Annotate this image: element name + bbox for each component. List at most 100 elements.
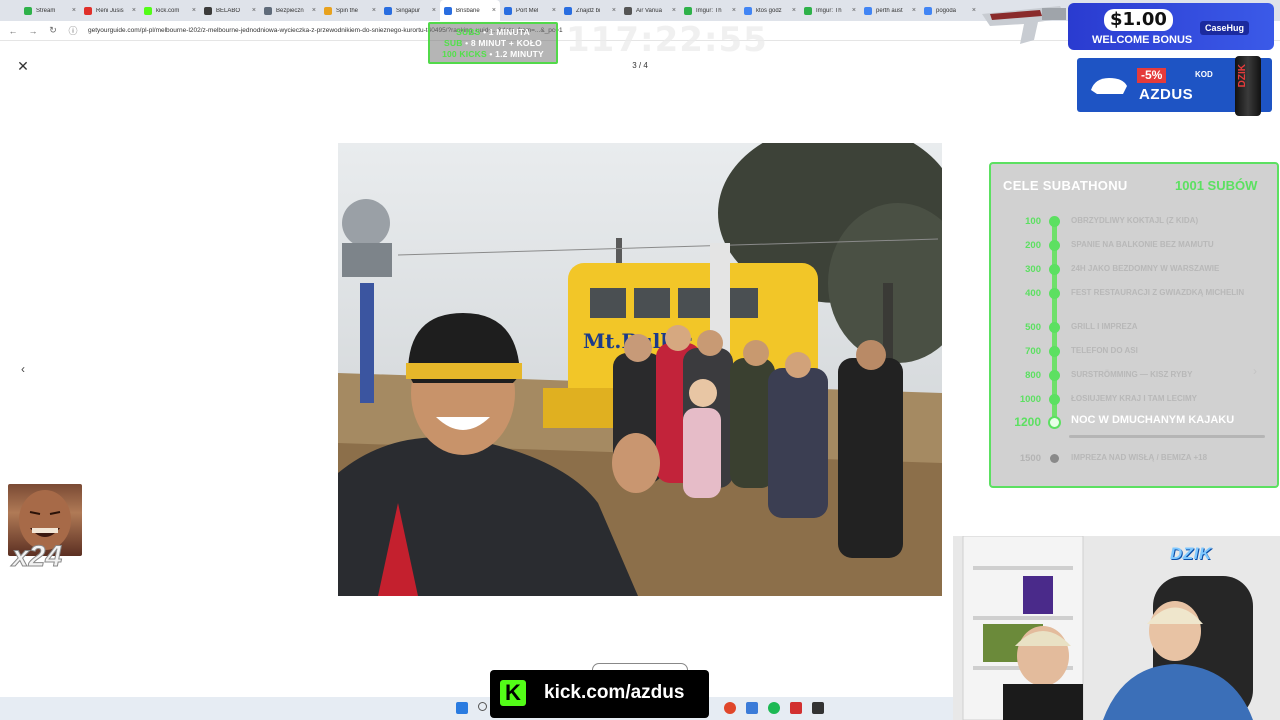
goal-label: IMPREZA NAD WISŁĄ / BEMIZA +18	[1071, 453, 1208, 462]
browser-tab[interactable]: Reni Jusis ×	[80, 0, 140, 21]
goal-dot-icon	[1049, 288, 1060, 299]
reload-icon[interactable]: ↻	[48, 25, 58, 36]
ad-discount-code: AZDUS	[1139, 86, 1194, 103]
goal-threshold: 800	[1025, 370, 1041, 381]
goal-threshold: 400	[1025, 288, 1041, 299]
browser-tab[interactable]: Stream ×	[20, 0, 80, 21]
browser-tab[interactable]: Bezpieczn ×	[260, 0, 320, 21]
tab-close-icon[interactable]: ×	[192, 7, 196, 14]
app-icon[interactable]	[790, 702, 802, 714]
tab-title: ktoś godz	[756, 7, 782, 14]
windows-start-icon[interactable]	[456, 702, 468, 714]
forward-icon[interactable]: →	[28, 26, 38, 36]
app-icon[interactable]	[724, 702, 736, 714]
previous-image-icon[interactable]: ‹	[16, 362, 30, 376]
tab-close-icon[interactable]: ×	[792, 7, 796, 14]
ad-kod-label: KOD	[1195, 70, 1213, 79]
browser-tab[interactable]: Spin the ×	[320, 0, 380, 21]
browser-tab[interactable]: ktoś godz ×	[740, 0, 800, 21]
goal-row: 200 SPANIE NA BALKONIE BEZ MAMUTU	[991, 238, 1280, 254]
kick-channel-banner: K kick.com/azdus	[490, 670, 709, 718]
tab-favicon-icon	[444, 6, 452, 15]
tab-close-icon[interactable]: ×	[492, 7, 496, 14]
browser-tab[interactable]: Imgur: Th ×	[800, 0, 860, 21]
goals-sub-count: 1001 SUBÓW	[1175, 178, 1258, 193]
tab-close-icon[interactable]: ×	[672, 7, 676, 14]
timer-rule-value: • 1.2 MINUTY	[489, 48, 544, 59]
tab-close-icon[interactable]: ×	[72, 7, 76, 14]
tab-close-icon[interactable]: ×	[972, 7, 976, 14]
timer-rule-value: • 1 MINUTA	[483, 26, 530, 37]
goal-progress-bar	[1069, 435, 1265, 438]
back-icon[interactable]: ←	[8, 26, 18, 36]
browser-tab[interactable]: BELABO ×	[200, 0, 260, 21]
goal-threshold: 1000	[1019, 394, 1041, 405]
terminal-icon[interactable]	[812, 702, 824, 714]
tab-close-icon[interactable]: ×	[132, 7, 136, 14]
goal-dot-icon	[1049, 346, 1060, 357]
tab-close-icon[interactable]: ×	[732, 7, 736, 14]
goal-dot-icon	[1049, 370, 1060, 381]
goal-label: ŁOSIUJEMY KRAJ I TAM LECIMY	[1071, 394, 1197, 403]
tab-favicon-icon	[924, 6, 932, 15]
browser-tab[interactable]: Imgur: Th ×	[680, 0, 740, 21]
app-icon[interactable]	[746, 702, 758, 714]
tab-close-icon[interactable]: ×	[312, 7, 316, 14]
browser-tab[interactable]: Brisbane ×	[440, 0, 500, 21]
tab-favicon-icon	[804, 6, 812, 15]
tab-close-icon[interactable]: ×	[252, 7, 256, 14]
browser-tab[interactable]: Singapur ×	[380, 0, 440, 21]
goal-row: 1500 IMPREZA NAD WISŁĄ / BEMIZA +18	[991, 451, 1280, 467]
goal-row: 100 OBRZYDLIWY KOKTAJL (Z KIDA)	[991, 214, 1280, 230]
browser-tab[interactable]: Znajdź bi ×	[560, 0, 620, 21]
goal-row: 700 TELEFON DO ASI	[991, 344, 1280, 360]
goal-row: 300 24H JAKO BEZDOMNY W WARSZAWIE	[991, 262, 1280, 278]
goal-row: 1000 ŁOSIUJEMY KRAJ I TAM LECIMY	[991, 392, 1280, 408]
tab-title: perth aust	[876, 7, 903, 14]
site-info-icon[interactable]: ⓘ	[68, 24, 78, 37]
timer-rule: SUBS • 1 MINUTA	[456, 27, 530, 38]
goal-dot-icon	[1049, 264, 1060, 275]
spotify-icon[interactable]	[768, 702, 780, 714]
screen: Stream × Reni Jusis × kick.com × BELABO × Bezpie…	[0, 0, 1280, 720]
tab-close-icon[interactable]: ×	[432, 7, 436, 14]
goal-label: SPANIE NA BALKONIE BEZ MAMUTU	[1071, 240, 1214, 249]
tab-favicon-icon	[624, 6, 632, 15]
tab-favicon-icon	[384, 6, 392, 15]
ad-bonus-amount: $1.00	[1104, 9, 1173, 31]
goal-label: SURSTRÖMMING — KISZ RYBY	[1071, 370, 1193, 379]
tab-title: Brisbane	[456, 7, 480, 14]
webcam-scene	[953, 536, 1280, 720]
tab-close-icon[interactable]: ×	[552, 7, 556, 14]
tab-close-icon[interactable]: ×	[372, 7, 376, 14]
tab-title: Znajdź bi	[576, 7, 601, 14]
browser-tab[interactable]: Air Vanua ×	[620, 0, 680, 21]
browser-tab[interactable]: Port Mel ×	[500, 0, 560, 21]
goal-label: 24H JAKO BEZDOMNY W WARSZAWIE	[1071, 264, 1220, 273]
close-icon[interactable]: ✕	[16, 59, 30, 73]
browser-tab[interactable]: perth aust ×	[860, 0, 920, 21]
goal-label: FEST RESTAURACJI Z GWIAZDKĄ MICHELIN	[1071, 288, 1245, 297]
gun-illustration-icon	[982, 6, 1066, 44]
tab-title: Stream	[36, 7, 56, 14]
search-icon[interactable]	[478, 702, 487, 711]
boar-icon	[1091, 78, 1127, 94]
goal-threshold: 700	[1025, 346, 1041, 357]
tab-title: pogoda	[936, 7, 957, 14]
goal-dot-icon	[1049, 216, 1060, 227]
tab-favicon-icon	[24, 6, 32, 15]
tab-title: Spin the	[336, 7, 359, 14]
tab-close-icon[interactable]: ×	[912, 7, 916, 14]
tab-title: Bezpieczn	[276, 7, 304, 14]
tab-close-icon[interactable]: ×	[612, 7, 616, 14]
kick-channel-url: kick.com/azdus	[544, 682, 685, 703]
streamer-webcam	[953, 536, 1280, 720]
browser-tab[interactable]: kick.com ×	[140, 0, 200, 21]
goal-threshold: 300	[1025, 264, 1041, 275]
timer-rule-value: • 8 MINUT + KOŁO	[465, 37, 542, 48]
goal-threshold: 200	[1025, 240, 1041, 251]
tab-close-icon[interactable]: ×	[852, 7, 856, 14]
goal-threshold: 1500	[1019, 453, 1041, 464]
tab-favicon-icon	[564, 6, 572, 15]
browser-tab[interactable]: pogoda ×	[920, 0, 980, 21]
